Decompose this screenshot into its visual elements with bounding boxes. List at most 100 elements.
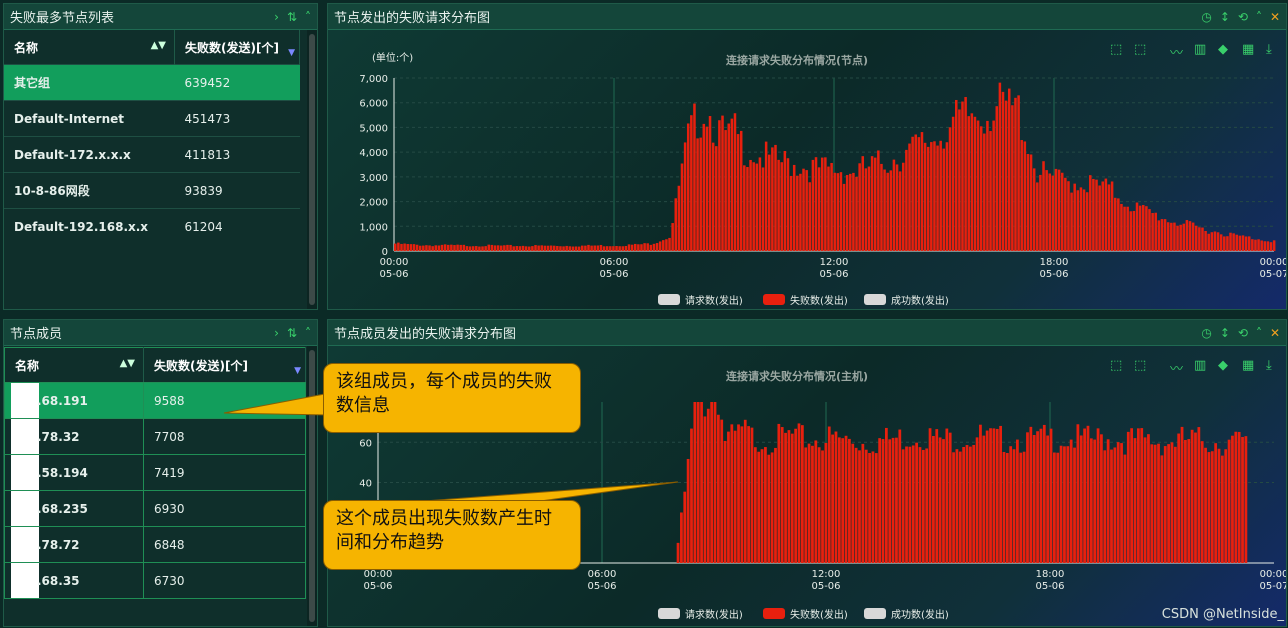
column-header-name[interactable]: 名称 ▲▼: [4, 347, 144, 383]
bar: [693, 402, 697, 563]
bar: [861, 156, 865, 251]
bar: [621, 246, 625, 251]
table-row[interactable]: .68.191 9588: [4, 382, 306, 419]
bar: [490, 244, 494, 251]
close-icon[interactable]: ✕: [1270, 327, 1280, 339]
collapse-icon[interactable]: ˄: [305, 327, 311, 339]
table-row[interactable]: .58.194 7419: [4, 454, 306, 491]
refresh-icon[interactable]: ⟲: [1238, 327, 1248, 339]
bar: [1123, 454, 1127, 563]
bar: [967, 116, 970, 251]
table-row[interactable]: Default-172.x.x.x 411813: [4, 136, 300, 173]
bar: [1066, 446, 1070, 563]
column-header-name[interactable]: 名称 ▲▼: [4, 30, 175, 65]
bar: [767, 454, 771, 563]
expand-icon[interactable]: ›: [274, 11, 279, 23]
bar: [437, 245, 441, 251]
bar: [1170, 222, 1173, 251]
bar: [867, 166, 871, 251]
bar: [1057, 169, 1061, 251]
bar: [1142, 205, 1145, 251]
bar: [1143, 437, 1147, 563]
scrollbar[interactable]: [307, 30, 317, 309]
bar: [683, 491, 687, 563]
bar: [453, 245, 456, 251]
collapse-icon[interactable]: ˄: [305, 11, 311, 23]
resize-icon[interactable]: ↕: [1220, 327, 1230, 339]
bar: [1042, 161, 1045, 251]
table-row[interactable]: 其它组 639452: [4, 64, 300, 101]
x-tick-label: 12:00: [812, 569, 841, 580]
bar: [1263, 241, 1267, 251]
bar: [938, 437, 942, 563]
sort-icon[interactable]: ⇅: [287, 11, 297, 23]
bar: [839, 172, 843, 251]
bar: [1107, 184, 1111, 251]
table-row[interactable]: 10-8-86网段 93839: [4, 172, 300, 209]
bar: [1126, 431, 1130, 563]
table-row[interactable]: .68.235 6930: [4, 490, 306, 527]
bar: [1117, 198, 1120, 251]
bar: [630, 244, 634, 251]
bar: [1220, 455, 1224, 563]
bar: [764, 141, 768, 251]
bar: [736, 134, 740, 251]
bar: [587, 244, 590, 251]
collapse-icon[interactable]: ˄: [1256, 11, 1262, 23]
bar: [1083, 428, 1086, 563]
bar: [858, 450, 861, 563]
sort-icon: ▲▼: [150, 40, 166, 51]
refresh-icon[interactable]: ⟲: [1238, 11, 1248, 23]
column-header-fail-count[interactable]: 失败数(发送)[个] ▼: [143, 347, 306, 383]
x-tick-label: 05-06: [587, 581, 616, 592]
table-row[interactable]: Default-192.168.x.x 61204: [4, 208, 300, 244]
bar: [443, 244, 447, 251]
table-row[interactable]: .68.35 6730: [4, 562, 306, 599]
x-tick-label: 00:00: [364, 569, 393, 580]
bar: [710, 402, 714, 563]
bar: [968, 446, 972, 563]
clock-icon[interactable]: ◷: [1201, 327, 1211, 339]
bar: [945, 142, 949, 251]
bar: [787, 430, 791, 563]
bar: [1213, 231, 1217, 251]
bar: [925, 448, 929, 563]
expand-icon[interactable]: ›: [274, 327, 279, 339]
bar: [686, 458, 690, 563]
bar: [1188, 221, 1192, 251]
scrollbar[interactable]: [307, 346, 317, 626]
bar: [895, 164, 899, 251]
resize-icon[interactable]: ↕: [1220, 11, 1230, 23]
bar: [802, 168, 805, 251]
bar: [703, 416, 707, 563]
bar: [431, 246, 434, 251]
bar: [1076, 190, 1080, 251]
bar: [1167, 444, 1170, 563]
bar: [790, 433, 794, 563]
clock-icon[interactable]: ◷: [1201, 11, 1211, 23]
table-row[interactable]: .78.72 6848: [4, 526, 306, 563]
bar: [509, 244, 512, 251]
table-row[interactable]: .78.32 7708: [4, 418, 306, 455]
bar: [652, 243, 656, 251]
bar: [830, 162, 833, 251]
bar: [528, 246, 531, 251]
bar: [870, 156, 874, 251]
bar: [565, 245, 568, 251]
bar: [462, 244, 466, 251]
sort-icon[interactable]: ⇅: [287, 327, 297, 339]
bar: [1016, 439, 1019, 563]
legend-swatch: [658, 294, 680, 305]
bar: [503, 245, 506, 251]
bar: [493, 245, 497, 251]
watermark: CSDN @NetInside_: [1161, 607, 1284, 622]
table-row[interactable]: Default-Internet 451473: [4, 100, 300, 137]
column-header-fail-count[interactable]: 失败数(发送)[个] ▼: [174, 30, 300, 65]
close-icon[interactable]: ✕: [1270, 11, 1280, 23]
bar: [989, 428, 992, 563]
node-fail-bar-chart: 01,0002,0003,0004,0005,0006,0007,00000:0…: [359, 74, 1286, 307]
bar: [848, 438, 851, 563]
bar: [914, 134, 917, 251]
x-tick-label: 00:00: [1260, 569, 1286, 580]
collapse-icon[interactable]: ˄: [1256, 327, 1262, 339]
